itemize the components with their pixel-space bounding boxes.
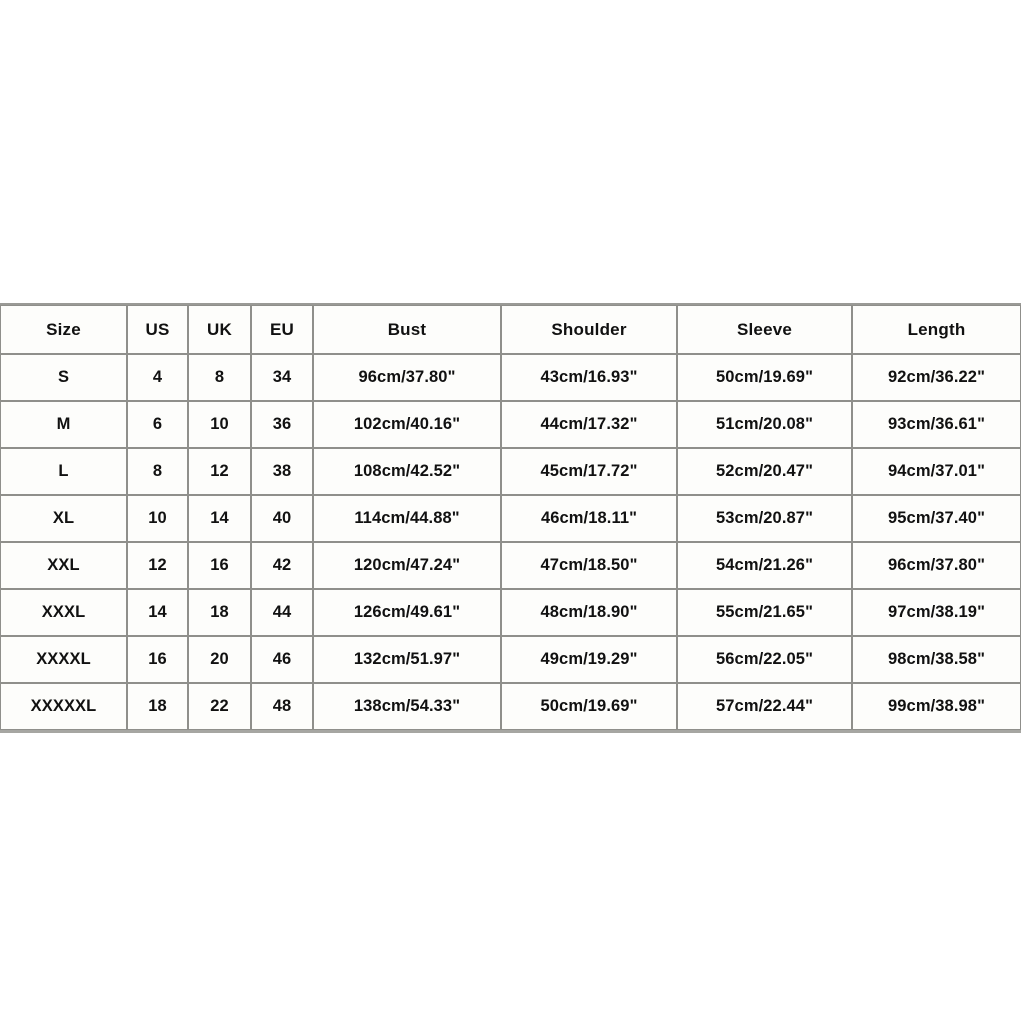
page-root: Size US UK EU Bust Shoulder Sleeve Length S 4 8 34…: [0, 0, 1024, 1024]
column-header-sleeve: Sleeve: [677, 305, 852, 354]
cell-size: M: [0, 401, 127, 448]
cell-uk: 18: [188, 589, 251, 636]
table-row: XL 10 14 40 114cm/44.88" 46cm/18.11" 53cm/20.8…: [0, 495, 1021, 542]
cell-shoulder: 50cm/19.69": [501, 683, 677, 730]
cell-shoulder: 43cm/16.93": [501, 354, 677, 401]
column-header-size: Size: [0, 305, 127, 354]
cell-length: 92cm/36.22": [852, 354, 1021, 401]
cell-size: XXXXXL: [0, 683, 127, 730]
table-header: Size US UK EU Bust Shoulder Sleeve Length: [0, 305, 1021, 354]
cell-uk: 14: [188, 495, 251, 542]
cell-shoulder: 48cm/18.90": [501, 589, 677, 636]
cell-us: 18: [127, 683, 188, 730]
cell-sleeve: 53cm/20.87": [677, 495, 852, 542]
cell-size: L: [0, 448, 127, 495]
cell-uk: 22: [188, 683, 251, 730]
table-row: XXL 12 16 42 120cm/47.24" 47cm/18.50" 54cm/21.…: [0, 542, 1021, 589]
cell-eu: 44: [251, 589, 313, 636]
cell-shoulder: 47cm/18.50": [501, 542, 677, 589]
cell-sleeve: 57cm/22.44": [677, 683, 852, 730]
cell-us: 14: [127, 589, 188, 636]
column-header-us: US: [127, 305, 188, 354]
column-header-shoulder: Shoulder: [501, 305, 677, 354]
cell-length: 99cm/38.98": [852, 683, 1021, 730]
size-chart-table: Size US UK EU Bust Shoulder Sleeve Length S 4 8 34…: [0, 303, 1021, 733]
cell-bust: 96cm/37.80": [313, 354, 501, 401]
table-body: S 4 8 34 96cm/37.80" 43cm/16.93" 50cm/19.69" 92…: [0, 354, 1021, 730]
column-header-bust: Bust: [313, 305, 501, 354]
cell-shoulder: 44cm/17.32": [501, 401, 677, 448]
cell-uk: 20: [188, 636, 251, 683]
cell-size: XXXXL: [0, 636, 127, 683]
column-header-uk: UK: [188, 305, 251, 354]
cell-sleeve: 52cm/20.47": [677, 448, 852, 495]
cell-bust: 102cm/40.16": [313, 401, 501, 448]
table-row: XXXL 14 18 44 126cm/49.61" 48cm/18.90" 55cm/21…: [0, 589, 1021, 636]
cell-size: XXL: [0, 542, 127, 589]
cell-sleeve: 54cm/21.26": [677, 542, 852, 589]
cell-us: 6: [127, 401, 188, 448]
cell-eu: 34: [251, 354, 313, 401]
cell-uk: 16: [188, 542, 251, 589]
cell-shoulder: 45cm/17.72": [501, 448, 677, 495]
cell-eu: 38: [251, 448, 313, 495]
table-row: XXXXXL 18 22 48 138cm/54.33" 50cm/19.69" 57cm/…: [0, 683, 1021, 730]
cell-length: 95cm/37.40": [852, 495, 1021, 542]
table-row: L 8 12 38 108cm/42.52" 45cm/17.72" 52cm/20.47"…: [0, 448, 1021, 495]
cell-sleeve: 56cm/22.05": [677, 636, 852, 683]
table-header-row: Size US UK EU Bust Shoulder Sleeve Length: [0, 305, 1021, 354]
cell-us: 12: [127, 542, 188, 589]
cell-size: S: [0, 354, 127, 401]
cell-bust: 126cm/49.61": [313, 589, 501, 636]
cell-length: 96cm/37.80": [852, 542, 1021, 589]
cell-sleeve: 55cm/21.65": [677, 589, 852, 636]
cell-sleeve: 50cm/19.69": [677, 354, 852, 401]
cell-us: 8: [127, 448, 188, 495]
table-row: S 4 8 34 96cm/37.80" 43cm/16.93" 50cm/19.69" 92…: [0, 354, 1021, 401]
cell-bust: 108cm/42.52": [313, 448, 501, 495]
column-header-length: Length: [852, 305, 1021, 354]
cell-us: 16: [127, 636, 188, 683]
cell-eu: 48: [251, 683, 313, 730]
cell-shoulder: 46cm/18.11": [501, 495, 677, 542]
cell-uk: 10: [188, 401, 251, 448]
cell-length: 97cm/38.19": [852, 589, 1021, 636]
cell-uk: 12: [188, 448, 251, 495]
cell-length: 94cm/37.01": [852, 448, 1021, 495]
size-chart-container: Size US UK EU Bust Shoulder Sleeve Length S 4 8 34…: [0, 303, 1021, 733]
cell-length: 93cm/36.61": [852, 401, 1021, 448]
cell-length: 98cm/38.58": [852, 636, 1021, 683]
cell-eu: 42: [251, 542, 313, 589]
cell-bust: 114cm/44.88": [313, 495, 501, 542]
cell-eu: 36: [251, 401, 313, 448]
cell-bust: 138cm/54.33": [313, 683, 501, 730]
cell-bust: 132cm/51.97": [313, 636, 501, 683]
cell-bust: 120cm/47.24": [313, 542, 501, 589]
table-row: XXXXL 16 20 46 132cm/51.97" 49cm/19.29" 56cm/2…: [0, 636, 1021, 683]
cell-eu: 40: [251, 495, 313, 542]
table-row: M 6 10 36 102cm/40.16" 44cm/17.32" 51cm/20.08"…: [0, 401, 1021, 448]
cell-us: 10: [127, 495, 188, 542]
cell-size: XL: [0, 495, 127, 542]
cell-sleeve: 51cm/20.08": [677, 401, 852, 448]
cell-shoulder: 49cm/19.29": [501, 636, 677, 683]
cell-uk: 8: [188, 354, 251, 401]
cell-eu: 46: [251, 636, 313, 683]
cell-size: XXXL: [0, 589, 127, 636]
cell-us: 4: [127, 354, 188, 401]
column-header-eu: EU: [251, 305, 313, 354]
